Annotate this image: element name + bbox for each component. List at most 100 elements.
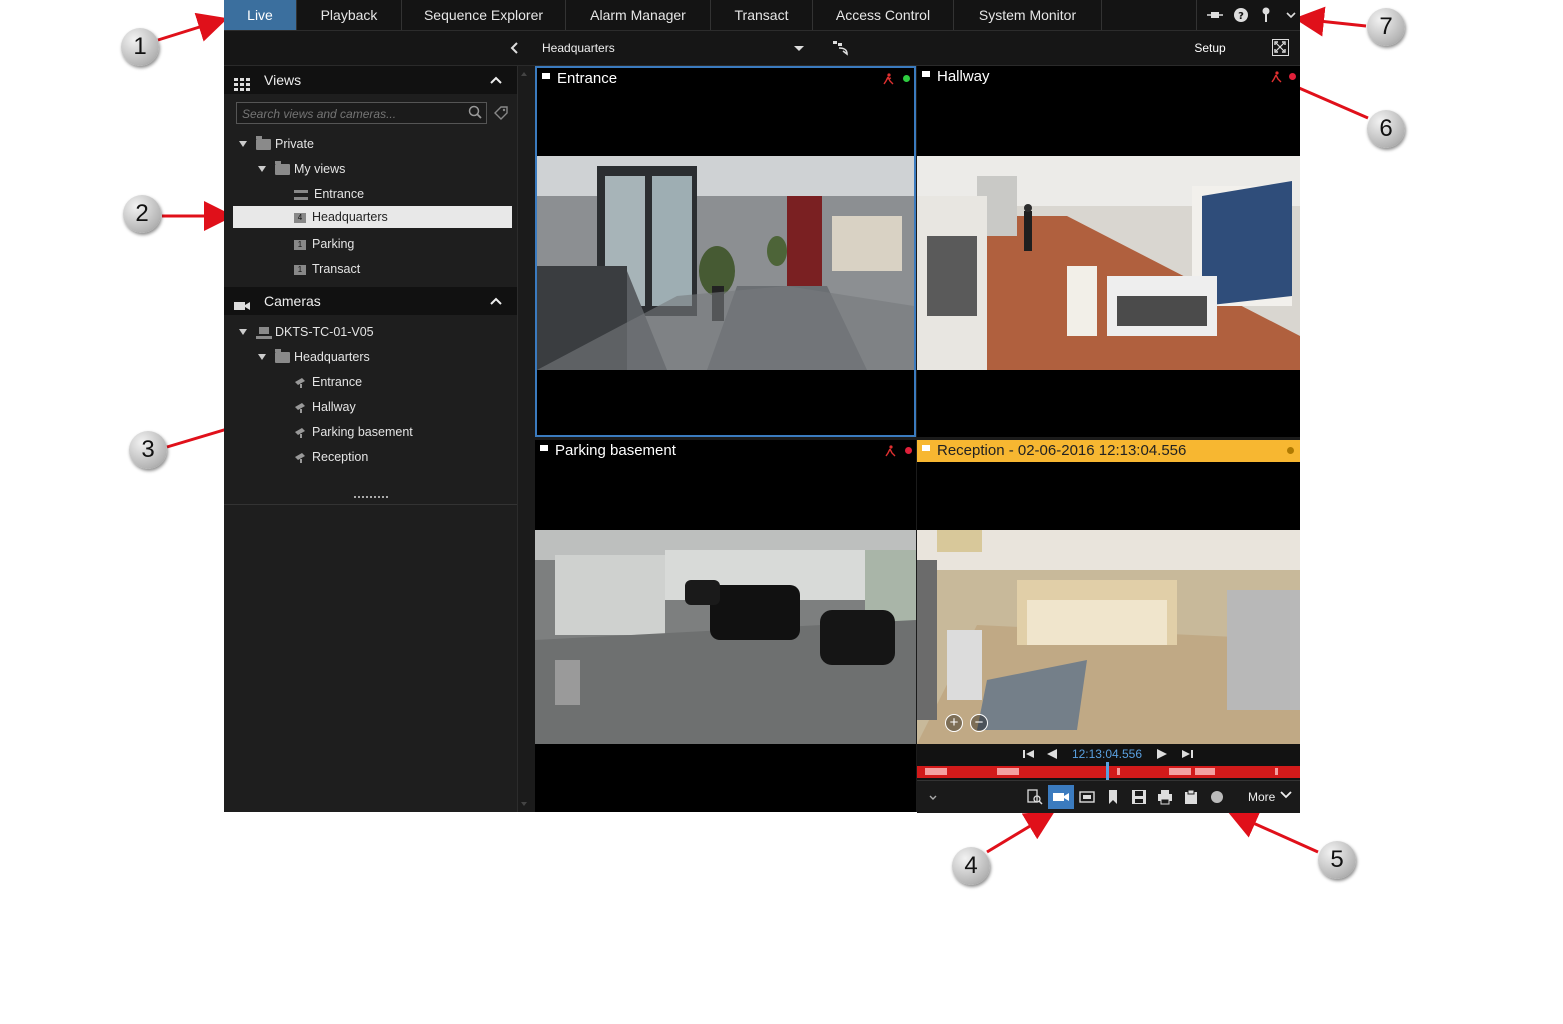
camera-item-entrance[interactable]: Entrance xyxy=(294,371,362,393)
recording-segment xyxy=(1117,768,1120,775)
bookmark-icon[interactable] xyxy=(1105,789,1121,805)
view-selector-dropdown[interactable]: Headquarters xyxy=(535,35,805,61)
callout-5: 5 xyxy=(1318,841,1356,879)
send-to-window-button[interactable] xyxy=(831,38,851,58)
clipboard-icon[interactable] xyxy=(1183,789,1199,805)
view-item-headquarters[interactable]: 4 Headquarters xyxy=(233,206,512,228)
search-recordings-icon[interactable] xyxy=(1027,789,1043,805)
help-icon[interactable]: ? xyxy=(1233,7,1249,23)
search-input[interactable] xyxy=(237,103,469,125)
tile-title: Parking basement xyxy=(555,442,676,459)
connection-status-icon[interactable] xyxy=(1207,7,1223,23)
recording-segment xyxy=(997,768,1019,775)
expand-triangle-icon xyxy=(258,166,266,172)
status-dot-red xyxy=(1289,73,1296,80)
expand-triangle-icon xyxy=(258,354,266,360)
collapse-pane-button[interactable] xyxy=(506,39,524,57)
tab-alarm-manager[interactable]: Alarm Manager xyxy=(566,0,711,30)
expand-triangle-icon xyxy=(239,329,247,335)
chevron-up-icon[interactable] xyxy=(489,67,503,102)
server-icon xyxy=(256,326,272,339)
camera-item-label: Reception xyxy=(312,450,369,464)
video-tile-reception[interactable]: Reception - 02-06-2016 12:13:04.556 + − xyxy=(917,440,1300,744)
folder-icon xyxy=(275,161,290,176)
share-view-icon xyxy=(833,41,848,56)
view-item-label: Parking xyxy=(312,237,355,251)
camera-flag-icon xyxy=(922,71,930,77)
pane-scrollbar[interactable] xyxy=(519,70,529,810)
camera-icon xyxy=(234,294,250,310)
folder-icon xyxy=(256,136,271,151)
tab-transact[interactable]: Transact xyxy=(711,0,813,30)
snapshot-icon[interactable] xyxy=(1079,789,1095,805)
grid-icon xyxy=(234,73,250,91)
tree-node-server-content: DKTS-TC-01-V05 xyxy=(256,321,374,343)
callout-7: 7 xyxy=(1367,8,1405,46)
camera-item-parking-basement[interactable]: Parking basement xyxy=(294,421,413,443)
view-item-label: Headquarters xyxy=(312,210,388,224)
step-back-icon[interactable] xyxy=(1045,746,1059,762)
folder-icon xyxy=(275,349,290,364)
next-sequence-icon[interactable] xyxy=(1180,746,1194,762)
camera-item-hallway[interactable]: Hallway xyxy=(294,396,356,418)
camera-item-label: Hallway xyxy=(312,400,356,414)
fullscreen-icon[interactable] xyxy=(1272,39,1289,56)
chevron-down-icon[interactable] xyxy=(1283,7,1299,23)
playback-timeline[interactable] xyxy=(917,762,1300,782)
video-tile-entrance[interactable]: Entrance xyxy=(535,66,916,437)
cameras-section-header[interactable]: Cameras xyxy=(224,287,517,315)
clear-search-icon[interactable] xyxy=(492,104,510,122)
callout-2: 2 xyxy=(123,195,161,233)
pane-resize-handle[interactable] xyxy=(354,492,388,498)
zoom-out-icon[interactable]: − xyxy=(970,714,988,732)
status-dot-red xyxy=(905,447,912,454)
search-icon[interactable] xyxy=(468,105,482,119)
tile-title: Hallway xyxy=(937,68,990,85)
tab-playback[interactable]: Playback xyxy=(297,0,402,30)
tab-access-control[interactable]: Access Control xyxy=(813,0,954,30)
chevron-down-icon xyxy=(1280,791,1292,799)
camera-item-label: Entrance xyxy=(312,375,363,389)
view-item-label: Entrance xyxy=(314,187,365,201)
zoom-in-icon[interactable]: + xyxy=(945,714,963,732)
tab-sequence-explorer[interactable]: Sequence Explorer xyxy=(402,0,566,30)
views-title: Views xyxy=(264,72,302,88)
key-icon[interactable] xyxy=(1258,7,1274,23)
video-tile-hallway[interactable]: Hallway xyxy=(917,66,1300,437)
export-icon[interactable] xyxy=(1131,789,1147,805)
play-forward-icon[interactable] xyxy=(1155,746,1169,762)
recording-segment xyxy=(1169,768,1191,775)
motion-icon xyxy=(884,444,896,458)
previous-sequence-icon[interactable] xyxy=(1022,746,1036,762)
tile-title-bar: Parking basement xyxy=(535,440,916,462)
camera-item-reception[interactable]: Reception xyxy=(294,446,368,468)
timeline-playhead[interactable] xyxy=(1106,762,1109,782)
callout-3: 3 xyxy=(129,431,167,469)
camera-feed-hallway xyxy=(917,156,1300,370)
more-menu-button[interactable]: More xyxy=(1248,789,1293,804)
chevron-up-icon[interactable] xyxy=(489,288,503,323)
video-tile-parking-basement[interactable]: Parking basement xyxy=(535,440,916,812)
print-icon[interactable] xyxy=(1157,789,1173,805)
view-item-parking[interactable]: 1 Parking xyxy=(294,233,354,255)
tree-label-my-views: My views xyxy=(294,162,346,176)
setup-button[interactable]: Setup xyxy=(1184,37,1236,59)
search-box xyxy=(236,102,487,125)
chevron-down-icon[interactable] xyxy=(925,789,941,805)
views-section-header[interactable]: Views xyxy=(224,66,517,94)
tab-system-monitor[interactable]: System Monitor xyxy=(954,0,1102,30)
motion-icon xyxy=(1270,70,1282,84)
smart-client-window: Live Playback Sequence Explorer Alarm Ma… xyxy=(224,0,1300,813)
view-item-entrance[interactable]: Entrance xyxy=(294,183,364,205)
independent-playback-icon[interactable] xyxy=(1048,785,1074,809)
view-item-headquarters-content: 4 Headquarters xyxy=(294,206,388,228)
layout-count-badge: 1 xyxy=(294,239,306,250)
tree-node-my-views-content: My views xyxy=(275,158,345,180)
view-item-transact[interactable]: 1 Transact xyxy=(294,258,360,280)
layout-count-badge: 4 xyxy=(294,212,306,223)
svg-text:?: ? xyxy=(1238,11,1244,22)
tab-live[interactable]: Live xyxy=(224,0,297,30)
camera-icon xyxy=(295,403,305,414)
status-dot xyxy=(1287,447,1294,454)
record-icon[interactable] xyxy=(1209,789,1225,805)
